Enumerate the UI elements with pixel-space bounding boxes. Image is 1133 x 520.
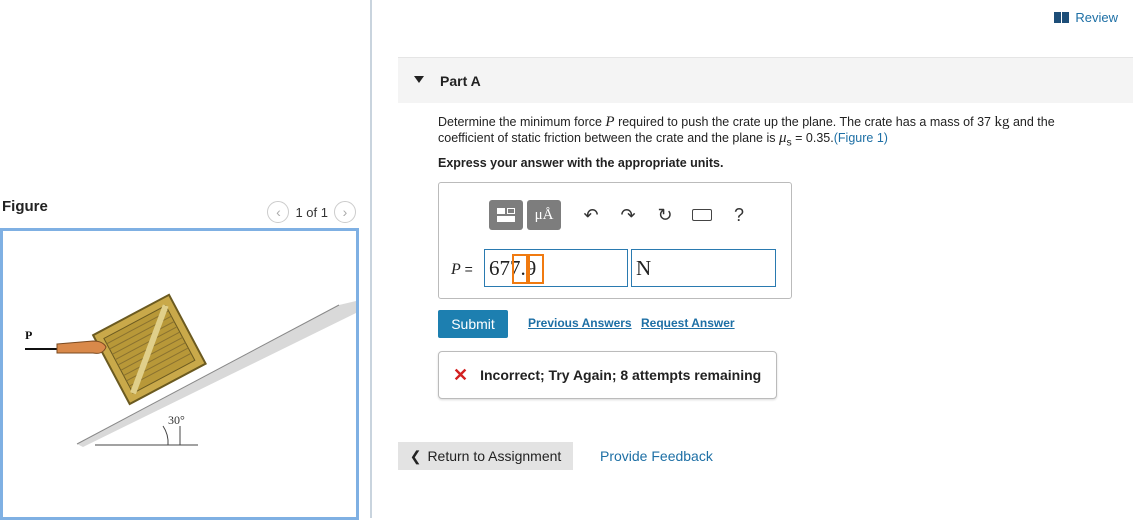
figure-pager: ‹ 1 of 1 › (267, 201, 356, 223)
review-label: Review (1075, 10, 1118, 25)
unit-input[interactable]: N (631, 249, 776, 287)
figure-title: Figure (2, 198, 48, 215)
reset-icon[interactable]: ↻ (654, 204, 676, 226)
figure-image: 30° P (0, 228, 359, 520)
previous-answers-link[interactable]: Previous Answers (528, 316, 632, 330)
feedback-text: Incorrect; Try Again; 8 attempts remaini… (480, 367, 762, 383)
math-toolbar: μÅ ↶ ↷ ↻ ? (489, 200, 750, 230)
part-title: Part A (440, 73, 481, 89)
caret-down-icon[interactable] (414, 76, 424, 83)
units-button[interactable]: μÅ (527, 200, 561, 230)
figure-header: Figure ‹ 1 of 1 › (0, 196, 370, 226)
question-text-2: required to push the crate up the plane.… (614, 115, 995, 129)
pane-divider[interactable] (370, 0, 372, 518)
help-button[interactable]: ? (728, 204, 750, 226)
book-icon (1054, 12, 1070, 23)
request-answer-link[interactable]: Request Answer (641, 316, 735, 330)
part-header[interactable]: Part A (398, 57, 1133, 103)
templates-button[interactable] (489, 200, 523, 230)
answer-box: μÅ ↶ ↷ ↻ ? P = 677.9 N (438, 182, 792, 299)
provide-feedback-link[interactable]: Provide Feedback (600, 448, 713, 464)
question-text: Determine the minimum force P required t… (438, 114, 1098, 152)
answer-variable: P (451, 261, 461, 278)
next-figure-button[interactable]: › (334, 201, 356, 223)
figure-pane: Figure ‹ 1 of 1 › 30° P (0, 0, 371, 520)
force-label: P (25, 328, 32, 342)
hand-icon (56, 340, 107, 354)
chevron-right-icon: › (342, 204, 348, 220)
templates-icon (497, 208, 515, 222)
mu-value: = 0.35. (791, 131, 834, 145)
mass-unit: kg (994, 114, 1010, 130)
crate-incline-diagram: 30° P (25, 293, 356, 447)
angle-arc (162, 425, 169, 446)
value-input[interactable]: 677.9 (484, 249, 628, 287)
instruction-text: Express your answer with the appropriate… (438, 156, 724, 170)
return-to-assignment-button[interactable]: ❮ Return to Assignment (398, 442, 573, 470)
force-variable: P (605, 114, 615, 130)
redo-icon[interactable]: ↷ (617, 204, 639, 226)
undo-icon[interactable]: ↶ (580, 204, 602, 226)
chevron-left-icon: ‹ (276, 204, 281, 220)
pager-text: 1 of 1 (295, 204, 328, 220)
error-highlight (512, 254, 528, 284)
review-link[interactable]: Review (1054, 10, 1118, 25)
equals-sign: = (464, 261, 473, 277)
angle-label: 30° (168, 413, 185, 427)
keyboard-icon[interactable] (691, 204, 713, 226)
x-mark-icon: ✕ (453, 364, 469, 385)
prev-figure-button[interactable]: ‹ (267, 201, 290, 223)
submit-button[interactable]: Submit (438, 310, 508, 338)
feedback-box: ✕ Incorrect; Try Again; 8 attempts remai… (438, 351, 777, 399)
figure-link[interactable]: (Figure 1) (834, 131, 888, 145)
return-label: Return to Assignment (427, 448, 562, 464)
question-text-1: Determine the minimum force (438, 115, 606, 129)
chevron-left-icon: ❮ (409, 447, 422, 464)
answer-label: P = (451, 261, 473, 279)
error-highlight (528, 254, 544, 284)
